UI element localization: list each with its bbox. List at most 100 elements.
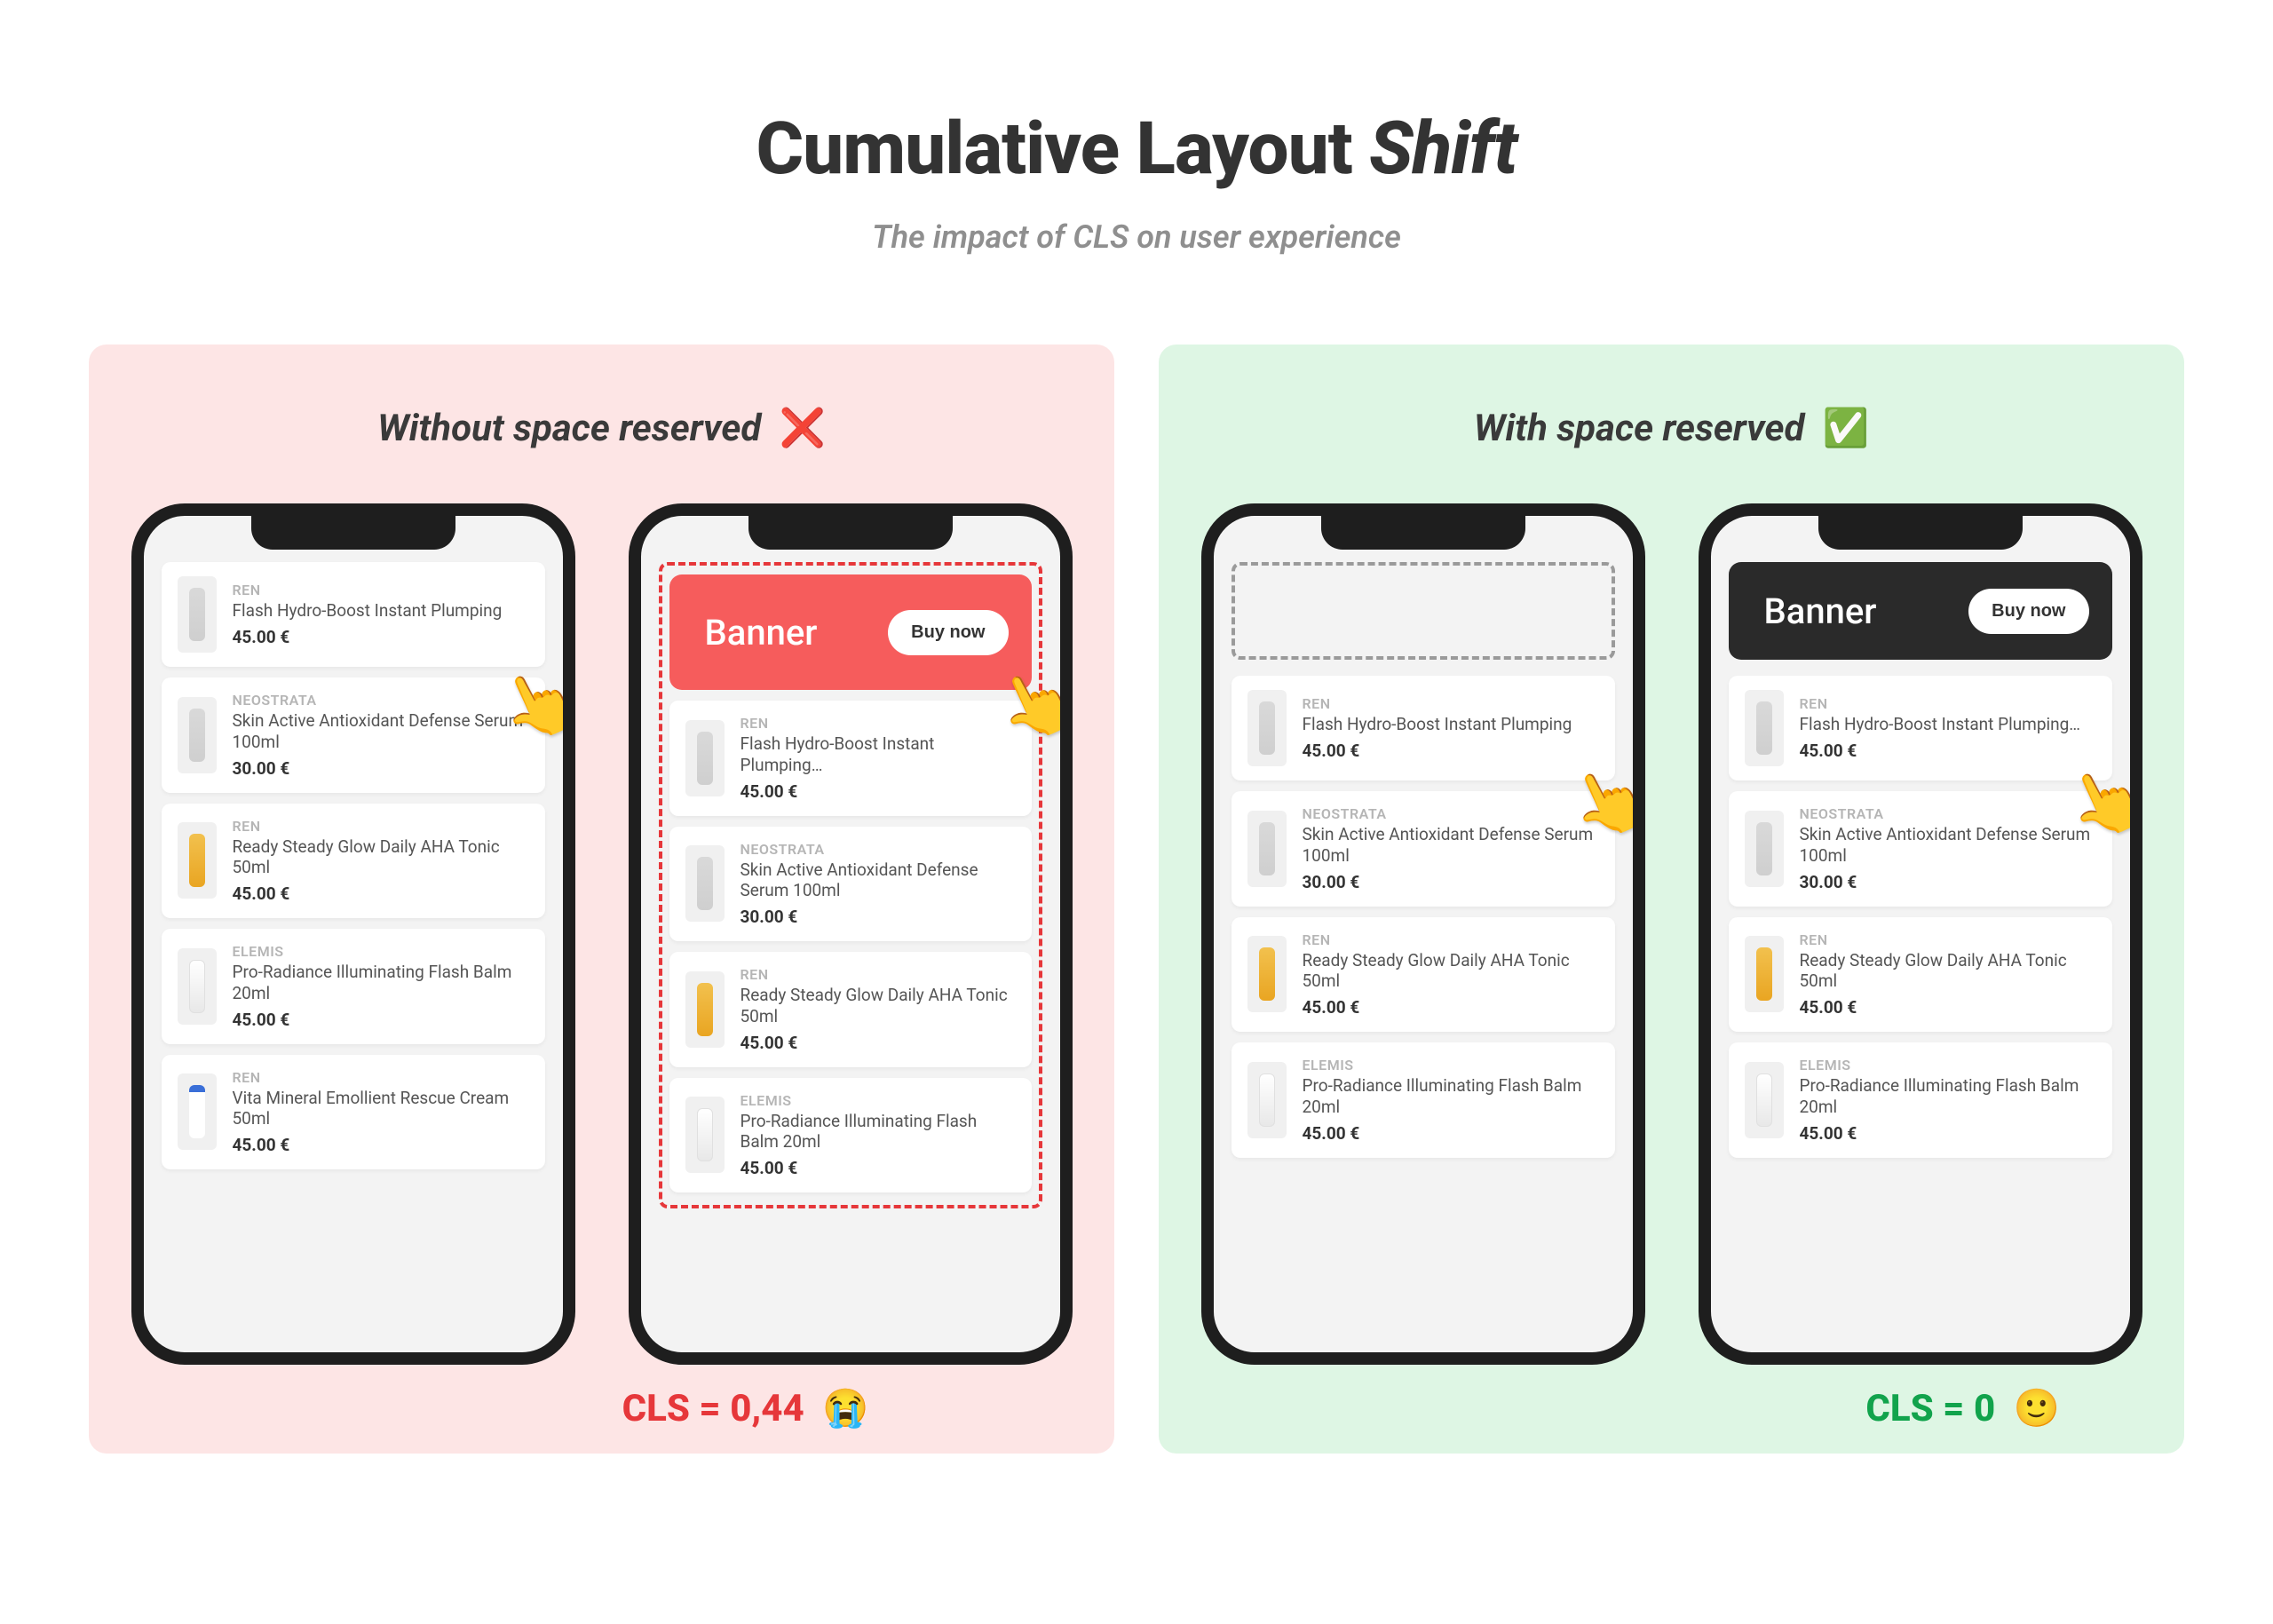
product-price: 45.00 €	[233, 627, 529, 647]
list-item[interactable]: REN Flash Hydro-Boost Instant Plumping 4…	[162, 562, 545, 667]
product-brand: NEOSTRATA	[233, 692, 529, 709]
list-item[interactable]: ELEMIS Pro-Radiance Illuminating Flash B…	[669, 1078, 1032, 1193]
panels-row: Without space reserved ❌ REN Flash Hydro…	[71, 345, 2202, 1454]
product-price: 45.00 €	[233, 1010, 529, 1030]
buy-now-button[interactable]: Buy now	[1968, 589, 2088, 634]
page-title: Cumulative Layout Shift	[71, 107, 2202, 192]
product-brand: REN	[233, 582, 529, 598]
product-name: Flash Hydro-Boost Instant Plumping…	[741, 733, 1016, 776]
product-thumb	[1745, 936, 1784, 1012]
product-price: 30.00 €	[233, 758, 529, 779]
product-price: 45.00 €	[1800, 1123, 2096, 1144]
product-thumb	[178, 697, 217, 773]
product-brand: REN	[1800, 695, 2096, 712]
banner[interactable]: Banner Buy now	[669, 574, 1032, 690]
product-name: Skin Active Antioxidant Defense Serum 10…	[1303, 824, 1599, 867]
product-name: Pro-Radiance Illuminating Flash Balm 20m…	[1303, 1075, 1599, 1118]
product-thumb	[1745, 690, 1784, 766]
phone-notch	[748, 514, 953, 550]
product-brand: REN	[1303, 695, 1599, 712]
product-name: Ready Steady Glow Daily AHA Tonic 50ml	[1800, 950, 2096, 993]
list-item[interactable]: NEOSTRATA Skin Active Antioxidant Defens…	[669, 827, 1032, 942]
product-name: Ready Steady Glow Daily AHA Tonic 50ml	[233, 836, 529, 879]
product-brand: REN	[1303, 931, 1599, 948]
product-price: 45.00 €	[233, 883, 529, 904]
product-name: Skin Active Antioxidant Defense Serum 10…	[1800, 824, 2096, 867]
list-item[interactable]: ELEMIS Pro-Radiance Illuminating Flash B…	[1729, 1042, 2112, 1158]
product-thumb	[178, 576, 217, 653]
list-item[interactable]: NEOSTRATA Skin Active Antioxidant Defens…	[1729, 791, 2112, 907]
phone-good-after: Banner Buy now REN Flash Hydro-Boost Ins…	[1699, 503, 2142, 1365]
product-brand: NEOSTRATA	[1800, 805, 2096, 822]
smile-icon: 🙂	[2014, 1387, 2060, 1430]
shift-indicator: Banner Buy now REN Flash Hydro-Boost Ins…	[659, 562, 1042, 1208]
product-brand: REN	[741, 966, 1016, 983]
product-thumb	[685, 845, 725, 922]
product-name: Flash Hydro-Boost Instant Plumping	[1303, 714, 1599, 735]
cls-value: CLS = 0	[1865, 1387, 1995, 1430]
list-item[interactable]: REN Vita Mineral Emollient Rescue Cream …	[162, 1055, 545, 1170]
cls-score-bad: CLS = 0,44 😭	[622, 1387, 869, 1430]
list-item[interactable]: REN Ready Steady Glow Daily AHA Tonic 50…	[669, 952, 1032, 1067]
list-item[interactable]: REN Ready Steady Glow Daily AHA Tonic 50…	[162, 804, 545, 919]
list-item[interactable]: ELEMIS Pro-Radiance Illuminating Flash B…	[162, 929, 545, 1044]
product-price: 45.00 €	[1800, 997, 2096, 1018]
list-item[interactable]: REN Ready Steady Glow Daily AHA Tonic 50…	[1232, 917, 1615, 1033]
product-name: Pro-Radiance Illuminating Flash Balm 20m…	[233, 962, 529, 1004]
product-thumb	[178, 822, 217, 899]
product-price: 45.00 €	[741, 1158, 1016, 1178]
product-thumb	[1247, 690, 1287, 766]
product-thumb	[1247, 1062, 1287, 1138]
product-brand: NEOSTRATA	[1303, 805, 1599, 822]
product-thumb	[1247, 811, 1287, 887]
product-thumb	[1745, 1062, 1784, 1138]
product-brand: REN	[741, 715, 1016, 732]
list-item[interactable]: NEOSTRATA Skin Active Antioxidant Defens…	[162, 677, 545, 793]
product-name: Flash Hydro-Boost Instant Plumping	[233, 600, 529, 622]
product-thumb	[685, 720, 725, 796]
list-item[interactable]: ELEMIS Pro-Radiance Illuminating Flash B…	[1232, 1042, 1615, 1158]
product-price: 45.00 €	[1303, 997, 1599, 1018]
product-name: Ready Steady Glow Daily AHA Tonic 50ml	[1303, 950, 1599, 993]
list-item[interactable]: NEOSTRATA Skin Active Antioxidant Defens…	[1232, 791, 1615, 907]
phone-good-before: REN Flash Hydro-Boost Instant Plumping 4…	[1201, 503, 1645, 1365]
list-item[interactable]: REN Flash Hydro-Boost Instant Plumping… …	[669, 701, 1032, 816]
product-name: Pro-Radiance Illuminating Flash Balm 20m…	[1800, 1075, 2096, 1118]
check-icon: ✅	[1823, 407, 1869, 450]
product-price: 45.00 €	[741, 1033, 1016, 1053]
panel-with-space: With space reserved ✅ REN Flash Hydro-Bo…	[1159, 345, 2184, 1454]
cross-icon: ❌	[780, 407, 826, 450]
product-price: 45.00 €	[233, 1135, 529, 1155]
product-price: 45.00 €	[1303, 1123, 1599, 1144]
list-item[interactable]: REN Ready Steady Glow Daily AHA Tonic 50…	[1729, 917, 2112, 1033]
product-price: 30.00 €	[741, 907, 1016, 927]
product-name: Skin Active Antioxidant Defense Serum 10…	[233, 710, 529, 753]
product-name: Flash Hydro-Boost Instant Plumping…	[1800, 714, 2096, 735]
product-name: Ready Steady Glow Daily AHA Tonic 50ml	[741, 985, 1016, 1027]
product-thumb	[1247, 936, 1287, 1012]
list-item[interactable]: REN Flash Hydro-Boost Instant Plumping 4…	[1232, 676, 1615, 780]
product-name: Vita Mineral Emollient Rescue Cream 50ml	[233, 1088, 529, 1130]
phone-bad-before: REN Flash Hydro-Boost Instant Plumping 4…	[131, 503, 575, 1365]
phone-notch	[1818, 514, 2023, 550]
title-italic: Shift	[1369, 107, 1517, 192]
banner-label: Banner	[705, 612, 818, 654]
product-brand: ELEMIS	[233, 943, 529, 960]
product-brand: ELEMIS	[1303, 1057, 1599, 1073]
title-text: Cumulative Layout	[756, 107, 1369, 192]
product-brand: REN	[1800, 931, 2096, 948]
product-price: 30.00 €	[1800, 872, 2096, 892]
product-name: Pro-Radiance Illuminating Flash Balm 20m…	[741, 1111, 1016, 1153]
product-brand: ELEMIS	[741, 1092, 1016, 1109]
product-price: 45.00 €	[1800, 741, 2096, 761]
product-brand: REN	[233, 1069, 529, 1086]
banner-placeholder	[1232, 562, 1615, 660]
product-thumb	[178, 1073, 217, 1150]
product-price: 45.00 €	[741, 781, 1016, 802]
banner[interactable]: Banner Buy now	[1729, 562, 2112, 660]
list-item[interactable]: REN Flash Hydro-Boost Instant Plumping… …	[1729, 676, 2112, 780]
buy-now-button[interactable]: Buy now	[888, 610, 1008, 655]
panel-bad-title: Without space reserved ❌	[124, 407, 1079, 450]
product-thumb	[685, 1097, 725, 1173]
cls-value: CLS = 0,44	[622, 1387, 804, 1430]
